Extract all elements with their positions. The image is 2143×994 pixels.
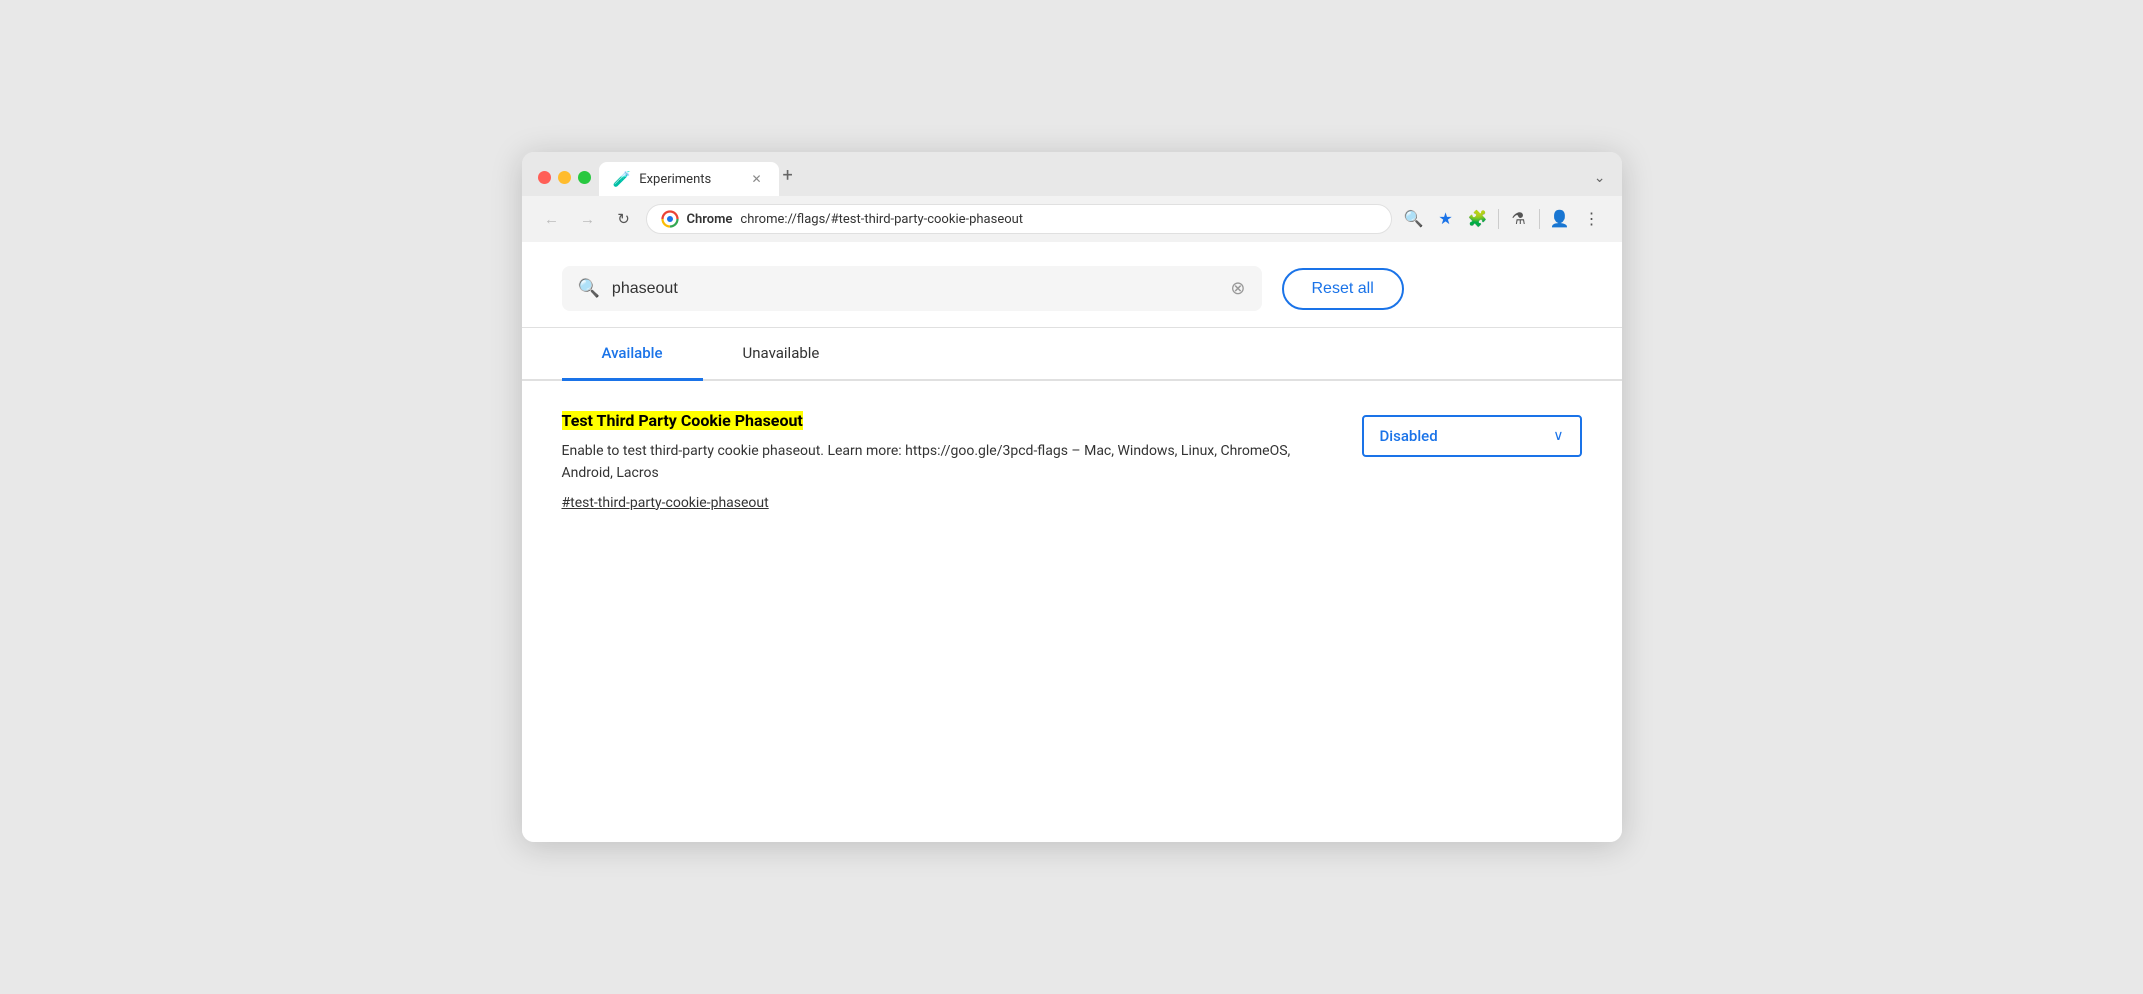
- account-button[interactable]: 👤: [1546, 205, 1574, 233]
- flag-info: Test Third Party Cookie Phaseout Enable …: [562, 411, 1322, 511]
- bookmark-button[interactable]: ★: [1432, 205, 1460, 233]
- chrome-site-label: Chrome: [687, 212, 733, 227]
- search-icon: 🔍: [578, 278, 600, 299]
- forward-button[interactable]: →: [574, 205, 602, 233]
- flag-select-dropdown[interactable]: Disabled ∨: [1362, 415, 1582, 457]
- maximize-traffic-light[interactable]: [578, 171, 591, 184]
- menu-button[interactable]: ⋮: [1578, 205, 1606, 233]
- toolbar: ← → ↻ Chrome chrome://flags/#test-third-…: [522, 196, 1622, 242]
- search-box: 🔍 ⊗: [562, 266, 1262, 311]
- flag-select-value: Disabled: [1380, 427, 1438, 445]
- traffic-lights: [538, 171, 591, 196]
- tab-bar: 🧪 Experiments ✕ + ⌄: [599, 162, 1606, 196]
- new-tab-button[interactable]: +: [779, 165, 803, 196]
- chevron-down-icon: ∨: [1553, 428, 1563, 444]
- chrome-logo-icon: [661, 210, 679, 228]
- content-tabs: Available Unavailable: [522, 328, 1622, 381]
- tab-unavailable[interactable]: Unavailable: [703, 328, 860, 381]
- tab-close-button[interactable]: ✕: [749, 171, 765, 187]
- zoom-button[interactable]: 🔍: [1400, 205, 1428, 233]
- minimize-traffic-light[interactable]: [558, 171, 571, 184]
- toolbar-divider: [1498, 209, 1499, 229]
- flag-description: Enable to test third-party cookie phaseo…: [562, 440, 1322, 485]
- search-input[interactable]: [612, 280, 1218, 298]
- flag-title: Test Third Party Cookie Phaseout: [562, 411, 1322, 430]
- toolbar-icons: 🔍 ★ 🧩 ⚗ 👤 ⋮: [1400, 205, 1606, 233]
- extensions-button[interactable]: 🧩: [1464, 205, 1492, 233]
- flag-link[interactable]: #test-third-party-cookie-phaseout: [562, 495, 769, 511]
- flag-control: Disabled ∨: [1362, 415, 1582, 457]
- flag-item: Test Third Party Cookie Phaseout Enable …: [562, 411, 1582, 511]
- experiments-button[interactable]: ⚗: [1505, 205, 1533, 233]
- tab-available[interactable]: Available: [562, 328, 703, 381]
- toolbar-divider-2: [1539, 209, 1540, 229]
- browser-window: 🧪 Experiments ✕ + ⌄ ← → ↻ Chrome chrome:…: [522, 152, 1622, 842]
- reset-all-button[interactable]: Reset all: [1282, 268, 1404, 310]
- tab-label: Experiments: [639, 172, 740, 187]
- flags-content: Test Third Party Cookie Phaseout Enable …: [522, 381, 1622, 541]
- address-bar[interactable]: Chrome chrome://flags/#test-third-party-…: [646, 204, 1392, 234]
- tab-icon: 🧪: [613, 170, 632, 188]
- search-clear-button[interactable]: ⊗: [1230, 278, 1245, 299]
- url-display: chrome://flags/#test-third-party-cookie-…: [740, 212, 1376, 227]
- search-area: 🔍 ⊗ Reset all: [522, 242, 1622, 328]
- close-traffic-light[interactable]: [538, 171, 551, 184]
- refresh-button[interactable]: ↻: [610, 205, 638, 233]
- browser-tab-experiments[interactable]: 🧪 Experiments ✕: [599, 162, 779, 196]
- back-button[interactable]: ←: [538, 205, 566, 233]
- title-bar: 🧪 Experiments ✕ + ⌄: [522, 152, 1622, 196]
- main-content: 🔍 ⊗ Reset all Available Unavailable Test…: [522, 242, 1622, 842]
- tab-expand-icon[interactable]: ⌄: [1594, 170, 1606, 196]
